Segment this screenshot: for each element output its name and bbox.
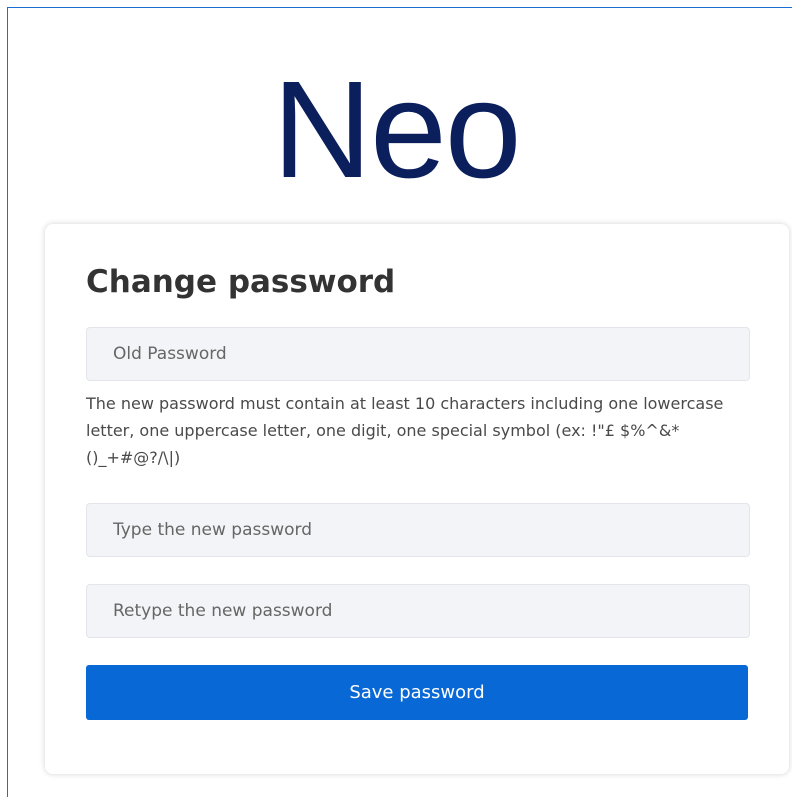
page-title: Change password [86, 264, 396, 300]
old-password-input[interactable] [86, 327, 750, 381]
password-requirements-hint: The new password must contain at least 1… [86, 394, 724, 467]
retype-password-input[interactable] [86, 584, 750, 638]
new-password-input[interactable] [86, 503, 750, 557]
neo-logo: Neo [272, 53, 521, 207]
change-password-card: Change password The new password must co… [45, 224, 789, 774]
save-password-button[interactable]: Save password [86, 665, 748, 720]
